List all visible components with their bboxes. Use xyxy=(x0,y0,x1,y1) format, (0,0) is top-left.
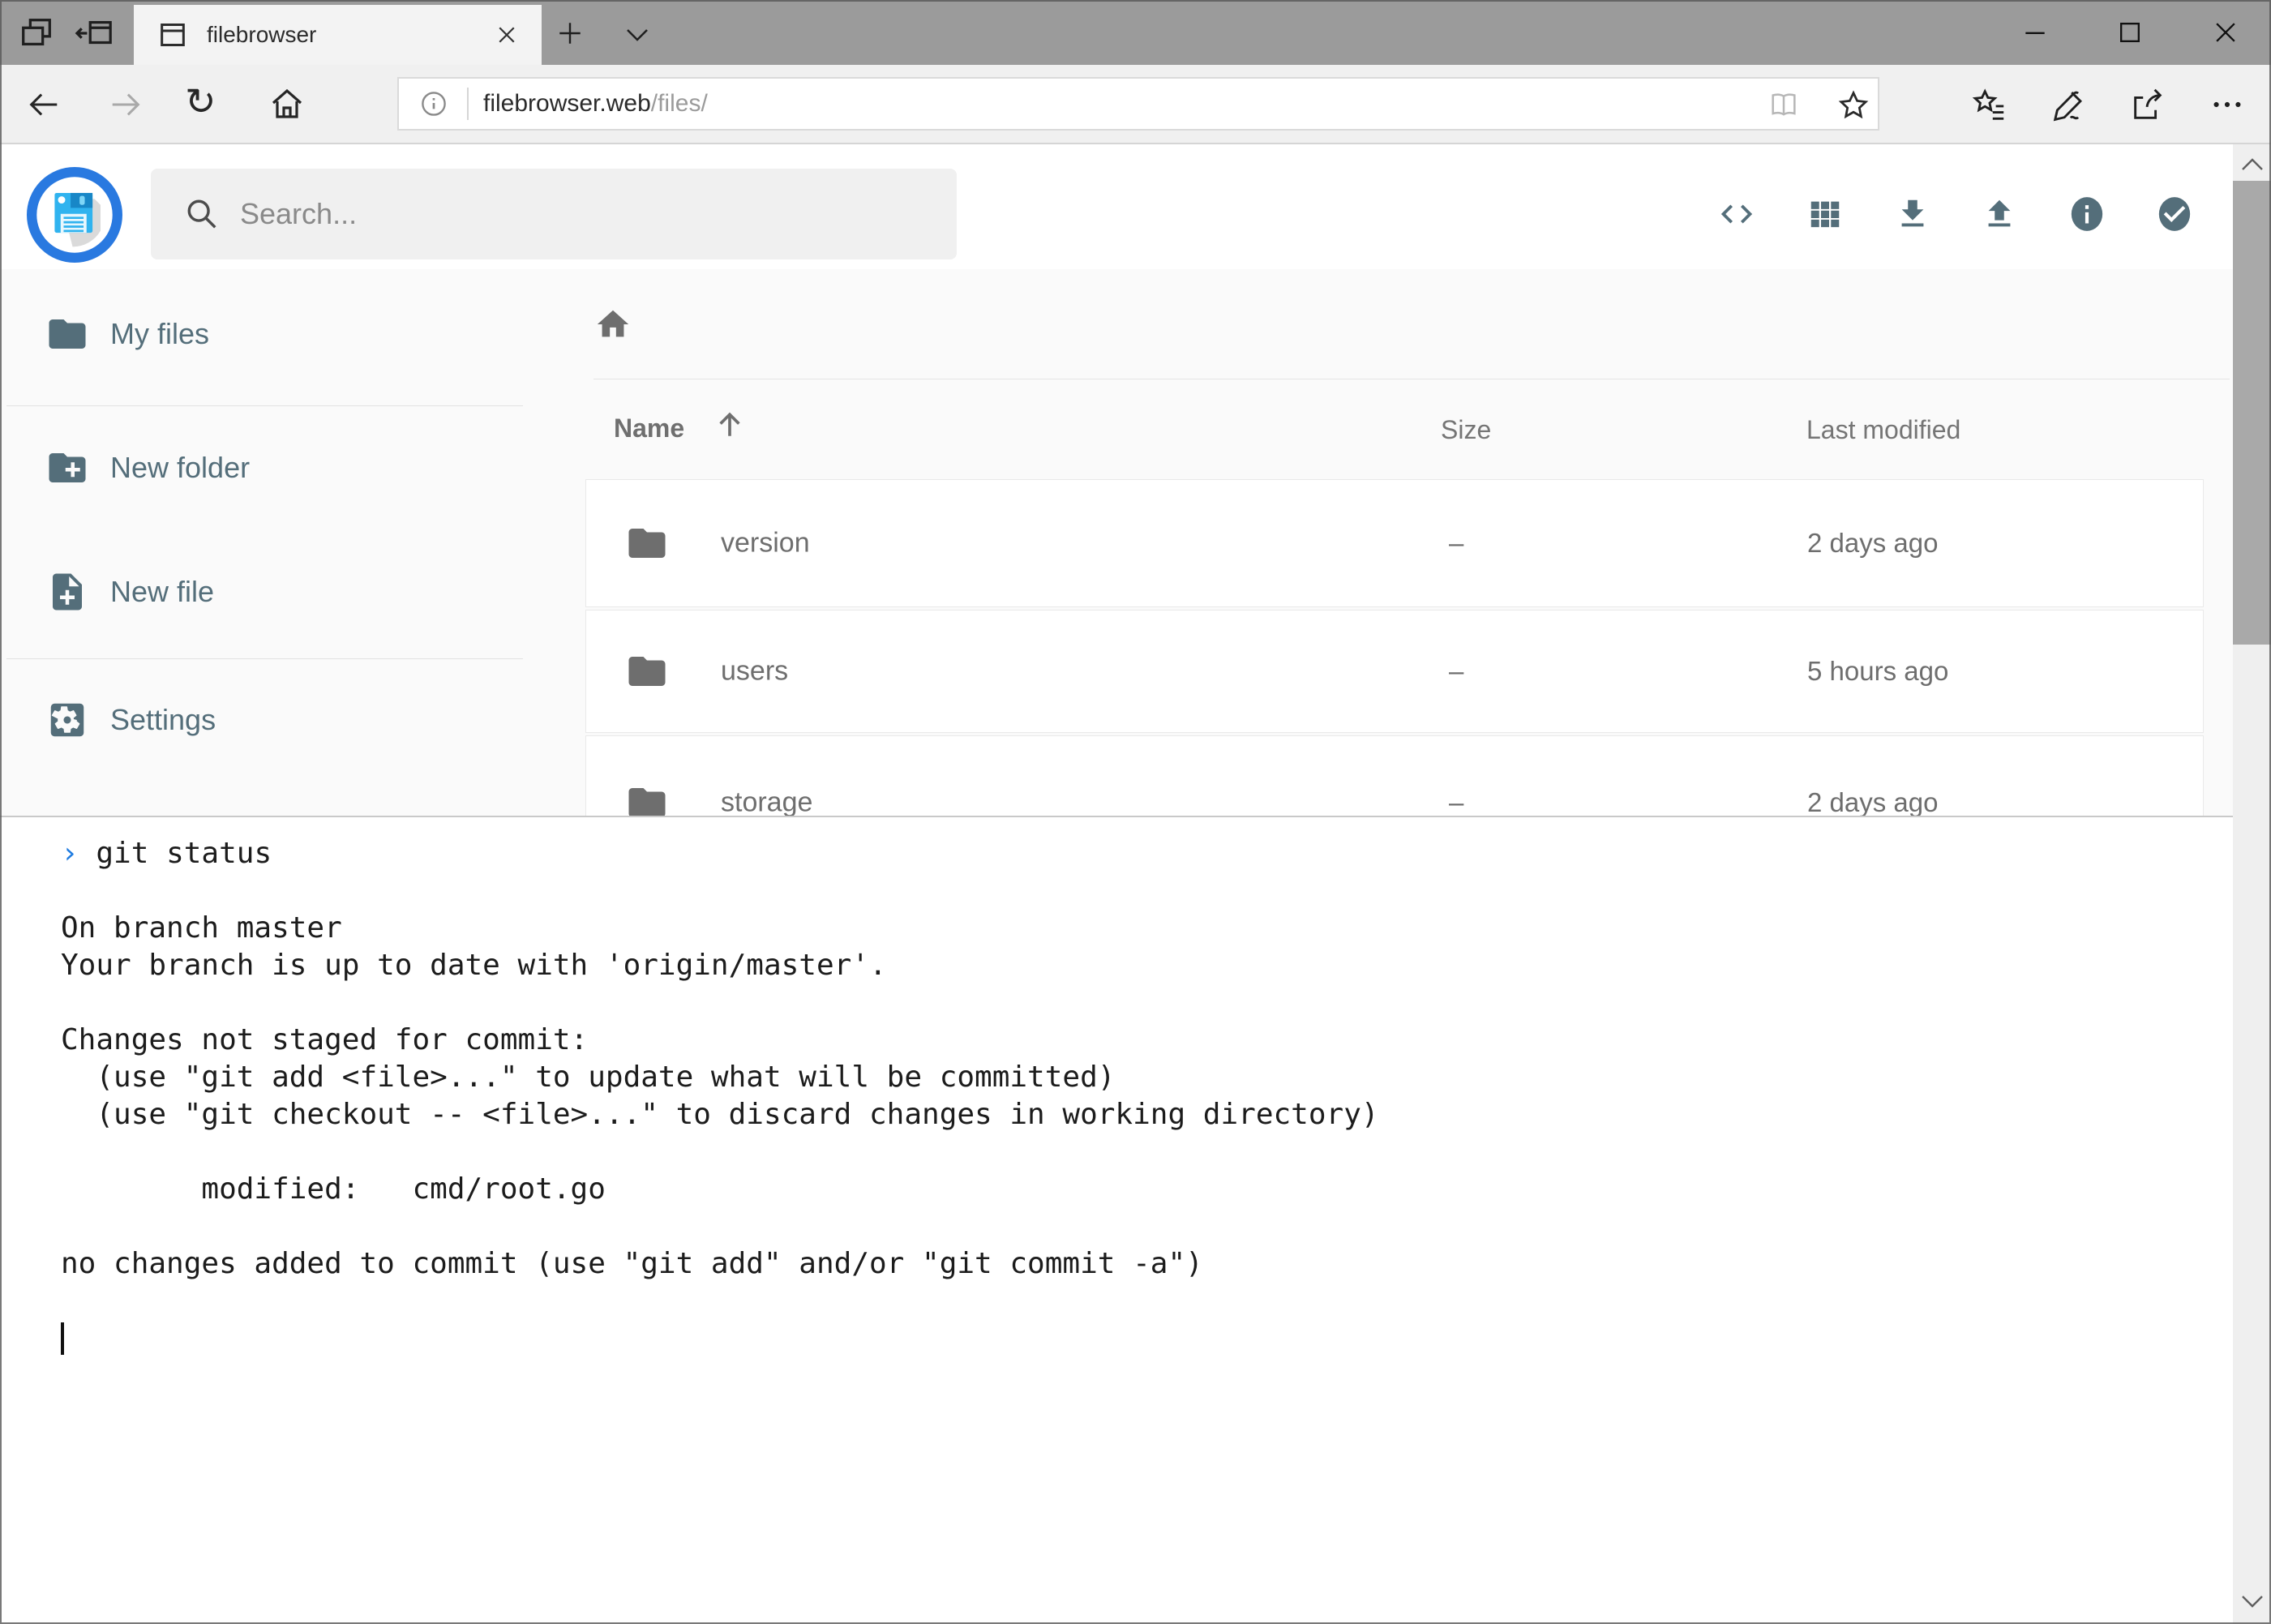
favorite-star-icon[interactable] xyxy=(1836,88,1871,123)
sidebar-divider xyxy=(6,658,523,659)
browser-window: filebrowser ↻ xyxy=(0,0,2271,1624)
url-host: filebrowser.web xyxy=(483,90,651,117)
file-row-version[interactable]: version – 2 days ago xyxy=(585,479,2204,607)
folder-icon xyxy=(625,649,669,693)
sidebar-item-new-folder[interactable]: New folder xyxy=(0,423,523,512)
file-modified: 5 hours ago xyxy=(1807,656,1948,687)
vertical-scrollbar[interactable] xyxy=(2233,144,2271,1624)
folder-icon xyxy=(625,521,669,565)
note-add-icon xyxy=(45,570,89,614)
terminal-panel[interactable]: › git status On branch master Your branc… xyxy=(0,816,2235,1624)
address-bar[interactable]: filebrowser.web/files/ xyxy=(397,77,1879,131)
terminal-command-line: › git status xyxy=(61,835,2235,872)
sidebar-item-new-file[interactable]: New file xyxy=(0,547,523,636)
reading-view-icon[interactable] xyxy=(1768,89,1800,122)
column-header-modified[interactable]: Last modified xyxy=(1806,415,1960,445)
sidebar-item-settings[interactable]: Settings xyxy=(0,675,523,765)
terminal-command: git status xyxy=(96,837,272,870)
tab-list-chevron-icon[interactable] xyxy=(623,24,652,45)
sidebar-item-label: New folder xyxy=(110,451,250,485)
scroll-down-icon[interactable] xyxy=(2238,1589,2267,1613)
search-input[interactable] xyxy=(240,197,872,231)
file-size: – xyxy=(1449,528,1463,559)
page-favicon-icon xyxy=(156,19,189,51)
sidebar-item-label: My files xyxy=(110,317,209,351)
filebrowser-header xyxy=(0,144,2235,269)
raw-view-icon[interactable] xyxy=(1718,195,1755,233)
site-info-icon[interactable] xyxy=(418,88,449,119)
breadcrumb-home-icon[interactable] xyxy=(594,306,632,343)
file-modified: 2 days ago xyxy=(1807,787,1938,818)
terminal-output: On branch master Your branch is up to da… xyxy=(61,872,2235,1283)
sidebar-item-label: Settings xyxy=(110,703,216,737)
sidebar-divider xyxy=(6,405,523,406)
upload-icon[interactable] xyxy=(1981,195,2018,233)
set-tabs-aside-icon[interactable] xyxy=(75,15,115,52)
settings-icon xyxy=(45,698,89,742)
tab-close-icon[interactable] xyxy=(495,23,519,47)
sort-ascending-icon[interactable] xyxy=(712,407,748,443)
info-icon[interactable] xyxy=(2067,194,2107,234)
new-tab-icon[interactable] xyxy=(556,19,584,47)
close-button[interactable] xyxy=(2209,16,2242,49)
browser-tab[interactable]: filebrowser xyxy=(134,5,542,65)
grid-view-icon[interactable] xyxy=(1806,195,1844,233)
file-size: – xyxy=(1449,787,1463,818)
back-icon[interactable] xyxy=(25,86,62,123)
navigation-bar: ↻ filebrowser.web/files/ xyxy=(0,65,2271,144)
search-box[interactable] xyxy=(151,169,957,259)
file-name: version xyxy=(721,528,810,559)
sidebar-item-my-files[interactable]: My files xyxy=(0,289,523,379)
more-options-icon[interactable] xyxy=(2209,86,2246,123)
terminal-caret xyxy=(61,1322,64,1355)
url-path: /files/ xyxy=(651,90,708,117)
download-icon[interactable] xyxy=(1894,195,1931,233)
tab-bar: filebrowser xyxy=(0,0,2271,65)
home-icon[interactable] xyxy=(268,84,306,123)
url-text: filebrowser.web/files/ xyxy=(483,90,708,118)
minimize-button[interactable] xyxy=(2019,16,2051,49)
folder-icon xyxy=(45,312,89,356)
filebrowser-logo[interactable] xyxy=(27,167,122,263)
column-header-name[interactable]: Name xyxy=(614,413,684,443)
annotate-pen-icon[interactable] xyxy=(2050,86,2087,123)
forward-icon[interactable] xyxy=(107,86,144,123)
sidebar-item-label: New file xyxy=(110,575,214,609)
file-modified: 2 days ago xyxy=(1807,528,1938,559)
address-divider xyxy=(467,88,469,120)
select-check-icon[interactable] xyxy=(2154,194,2195,234)
hub-favorites-icon[interactable] xyxy=(1970,86,2007,123)
refresh-icon[interactable]: ↻ xyxy=(185,83,216,120)
column-header-size[interactable]: Size xyxy=(1441,415,1491,445)
prompt-chevron-icon: › xyxy=(61,837,79,870)
share-icon[interactable] xyxy=(2129,86,2166,123)
tab-title: filebrowser xyxy=(207,22,316,48)
scroll-up-icon[interactable] xyxy=(2238,152,2267,177)
file-row-users[interactable]: users – 5 hours ago xyxy=(585,610,2204,733)
file-size: – xyxy=(1449,656,1463,687)
create-new-folder-icon xyxy=(45,446,89,490)
scrollbar-thumb[interactable] xyxy=(2233,181,2271,645)
search-icon xyxy=(183,195,221,233)
file-name: users xyxy=(721,656,788,688)
file-name: storage xyxy=(721,787,812,819)
maximize-button[interactable] xyxy=(2114,16,2146,49)
tab-preview-icon[interactable] xyxy=(18,15,55,52)
